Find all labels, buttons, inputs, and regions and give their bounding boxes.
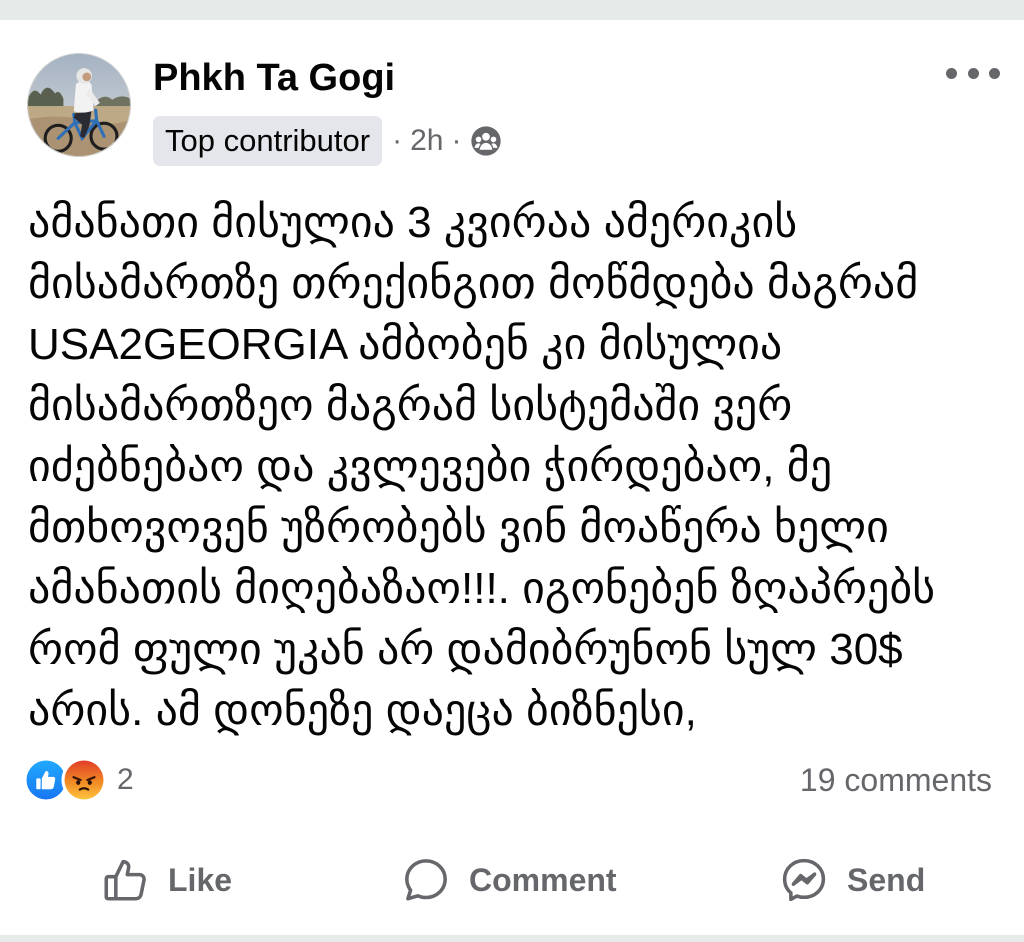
meta-separator: ·: [451, 124, 462, 157]
post-text-line: ამანათის მიღებაზაო!!!. იგონებენ ზღაპრებს: [28, 558, 1008, 619]
feed-divider-top: [0, 0, 1024, 20]
post-text-line: მთხოვოვენ უზრობებს ვინ მოაწერა ხელი: [28, 497, 1008, 558]
post-text-line: USA2GEORGIA ამბობენ კი მისულია: [28, 314, 1008, 375]
angry-reaction-icon: [61, 757, 107, 803]
like-button[interactable]: Like: [100, 854, 232, 906]
send-button[interactable]: Send: [779, 854, 925, 906]
post-timestamp[interactable]: 2h: [410, 124, 443, 158]
post-text-line-content: მთხოვოვენ უზრობებს ვინ მოაწერა ხელი: [28, 503, 889, 552]
friends-icon: [470, 125, 502, 157]
author-avatar[interactable]: [27, 53, 131, 157]
messenger-send-icon: [779, 855, 829, 905]
post-text: ამანათი მისულია 3 კვირაა ამერიკის მისამა…: [28, 192, 1008, 741]
post-text-line: რომ ფული უკან არ დამიბრუნონ სულ 30$: [28, 619, 1008, 680]
post-text-line: მისამართზე თრექინგით მოწმდება მაგრამ: [28, 253, 1008, 314]
post-text-line: არის. ამ დონეზე დაეცა ბიზნესი,: [28, 680, 1008, 741]
avatar-photo: [27, 53, 131, 157]
comment-icon: [401, 855, 451, 905]
post-text-line-content: არის. ამ დონეზე დაეცა ბიზნესი,: [28, 686, 697, 735]
more-dot: [946, 67, 957, 79]
post-meta: Top contributor · 2h ·: [153, 116, 502, 166]
post-text-line-content: რომ ფული უკან არ დამიბრუნონ სულ 30$: [28, 625, 903, 674]
reaction-count: 2: [117, 763, 134, 796]
like-icon: [100, 855, 150, 905]
post-text-line: მისამართზეო მაგრამ სისტემაში ვერ: [28, 375, 1008, 436]
more-dot: [967, 67, 979, 79]
top-contributor-badge: Top contributor: [153, 116, 383, 166]
more-dot: [989, 67, 1000, 79]
post-text-line-content: ამანათი მისულია 3 კვირაა ამერიკის: [28, 198, 798, 247]
author-name[interactable]: Phkh Ta Gogi: [153, 55, 395, 101]
send-label: Send: [847, 861, 926, 898]
post-text-line-content: იძებნებაო და კვლევები ჭირდებაო, მე: [28, 442, 833, 491]
feed-divider-bottom: [0, 935, 1024, 942]
post-text-line-content: მისამართზე თრექინგით მოწმდება მაგრამ: [28, 259, 919, 308]
meta-separator: ·: [392, 124, 403, 157]
post-text-line: იძებნებაო და კვლევები ჭირდებაო, მე: [28, 436, 1008, 497]
post-text-line: ამანათი მისულია 3 კვირაა ამერიკის: [28, 192, 1008, 253]
like-reaction-icon: [26, 760, 66, 800]
post-text-line-content: მისამართზეო მაგრამ სისტემაში ვერ: [28, 381, 793, 430]
comment-label: Comment: [469, 861, 617, 898]
like-label: Like: [168, 861, 233, 898]
comments-count[interactable]: 19 comments: [800, 759, 992, 801]
post-text-line-content: ამანათის მიღებაზაო!!!. იგონებენ ზღაპრებს: [28, 564, 936, 613]
more-options-icon[interactable]: [946, 62, 1000, 84]
comment-button[interactable]: Comment: [401, 854, 617, 906]
post-text-line-content: USA2GEORGIA ამბობენ კი მისულია: [28, 320, 783, 369]
reactions-summary[interactable]: 2: [26, 757, 134, 803]
